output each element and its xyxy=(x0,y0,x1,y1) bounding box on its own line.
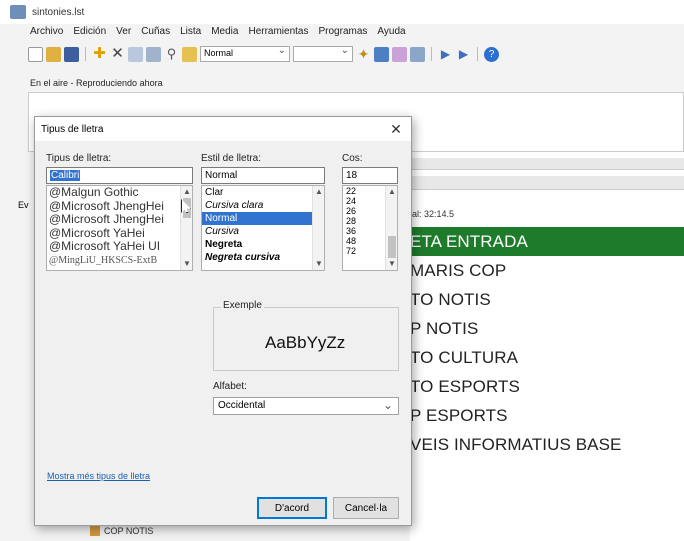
font-input[interactable]: Calibri xyxy=(46,167,193,184)
scroll-thumb[interactable] xyxy=(388,236,396,258)
tool-icon[interactable]: ✦ xyxy=(356,47,371,62)
calendar-icon[interactable] xyxy=(392,46,407,62)
style-option[interactable]: Negreta cursiva xyxy=(202,251,324,264)
style-combo[interactable]: Normal xyxy=(200,45,290,62)
size-list[interactable]: 22 24 26 28 36 48 72 ▲ ▼ xyxy=(342,185,398,271)
onair-label: En el aire - Reproduciendo ahora xyxy=(30,78,163,88)
copy-icon[interactable] xyxy=(128,46,143,62)
level-icon[interactable] xyxy=(374,46,389,62)
menu-media[interactable]: Media xyxy=(211,26,238,44)
menu-archivo[interactable]: Archivo xyxy=(30,26,63,44)
menu-ver[interactable]: Ver xyxy=(116,26,131,44)
scroll-up-icon[interactable]: ▲ xyxy=(181,187,192,197)
properties-icon[interactable] xyxy=(182,46,197,62)
grid-icon[interactable] xyxy=(410,46,425,62)
app-icon xyxy=(10,5,26,19)
title-bar: sintonies.lst xyxy=(0,0,684,24)
menu-edicion[interactable]: Edición xyxy=(73,26,106,44)
save-icon[interactable] xyxy=(64,46,79,62)
style-label: Estil de lletra: xyxy=(201,153,262,164)
playlist-item[interactable]: MARIS COP xyxy=(410,256,684,285)
help-icon[interactable]: ? xyxy=(484,46,499,62)
font-option[interactable]: @Microsoft JhengHei xyxy=(47,212,192,227)
charset-select[interactable]: Occidental xyxy=(213,397,399,415)
style-list[interactable]: Clar Cursiva clara Normal Cursiva Negret… xyxy=(201,185,325,271)
close-icon[interactable]: ✕ xyxy=(387,120,405,138)
font-dialog: Tipus de lletra ✕ Tipus de lletra: Estil… xyxy=(34,116,412,526)
size-label: Cos: xyxy=(342,153,363,164)
style-input[interactable]: Normal xyxy=(201,167,325,184)
panel-strip xyxy=(410,158,684,170)
font-option[interactable]: @MingLiU_HKSCS-ExtB xyxy=(47,254,192,268)
scroll-up-icon[interactable]: ▲ xyxy=(386,187,397,197)
bottom-tree-item[interactable]: COP NOTIS xyxy=(90,526,153,536)
font-label: Tipus de lletra: xyxy=(46,153,112,164)
font-list-scrollbar[interactable]: ▲ ▼ xyxy=(180,186,192,270)
delete-icon[interactable]: ✕ xyxy=(110,46,125,62)
charset-label: Alfabet: xyxy=(213,381,247,392)
font-option[interactable]: @Microsoft YaHei xyxy=(47,226,192,241)
more-fonts-link[interactable]: Mostra més tipus de lletra xyxy=(47,471,150,481)
cart-icon xyxy=(90,526,100,536)
playlist-item[interactable]: ETA ENTRADA xyxy=(410,227,684,256)
style-option[interactable]: Clar xyxy=(202,186,324,199)
menu-bar: Archivo Edición Ver Cuñas Lista Media He… xyxy=(0,26,684,44)
toolbar-separator xyxy=(477,47,478,61)
play-next-icon[interactable]: ▶ xyxy=(438,47,453,62)
open-folder-icon[interactable] xyxy=(46,46,61,62)
style-list-scrollbar[interactable]: ▲ ▼ xyxy=(312,186,324,270)
menu-ayuda[interactable]: Ayuda xyxy=(377,26,405,44)
font-list[interactable]: @Malgun Gothic @Microsoft JhengHei @Micr… xyxy=(46,185,193,271)
panel-strip-2 xyxy=(410,176,684,190)
menu-cunas[interactable]: Cuñas xyxy=(141,26,170,44)
edge-label: Ev xyxy=(18,200,29,210)
total-duration: al: 32:14.5 xyxy=(412,209,455,219)
style-option-selected[interactable]: Normal xyxy=(202,212,314,225)
font-option[interactable]: @Malgun Gothic xyxy=(47,186,192,200)
menu-programas[interactable]: Programas xyxy=(319,26,368,44)
search-icon[interactable]: ⚲ xyxy=(164,46,179,62)
app-window: sintonies.lst Archivo Edición Ver Cuñas … xyxy=(0,0,684,541)
menu-lista[interactable]: Lista xyxy=(180,26,201,44)
font-option[interactable]: @Microsoft YaHei UI xyxy=(47,239,192,254)
font-input-value: Calibri xyxy=(50,170,81,181)
sample-label: Exemple xyxy=(221,300,264,311)
bottom-item-label: COP NOTIS xyxy=(104,526,154,536)
playlist-item[interactable]: TO NOTIS xyxy=(410,285,684,314)
sample-text: AaBbYyZz xyxy=(265,333,346,352)
paste-icon[interactable] xyxy=(146,46,161,62)
new-file-icon[interactable] xyxy=(28,46,43,62)
scroll-down-icon[interactable]: ▼ xyxy=(181,259,192,269)
toolbar-separator xyxy=(85,47,86,61)
cancel-button[interactable]: Cancel·la xyxy=(333,497,399,519)
playlist-item[interactable]: TO ESPORTS xyxy=(410,372,684,401)
playlist-item[interactable]: P NOTIS xyxy=(410,314,684,343)
menu-herramientas[interactable]: Herramientas xyxy=(248,26,308,44)
scroll-up-icon[interactable]: ▲ xyxy=(313,187,324,197)
dialog-title-bar: Tipus de lletra xyxy=(35,117,411,141)
toolbar: ✚ ✕ ⚲ Normal ✦ ▶ ▶ ? xyxy=(28,44,668,64)
playlist-item[interactable]: VEIS INFORMATIUS BASE xyxy=(410,430,684,459)
window-title: sintonies.lst xyxy=(32,6,85,18)
style-option[interactable]: Cursiva clara xyxy=(202,199,324,212)
toolbar-separator xyxy=(431,47,432,61)
dialog-title: Tipus de lletra xyxy=(41,123,104,135)
size-input[interactable]: 18 xyxy=(342,167,398,184)
size-list-scrollbar[interactable]: ▲ ▼ xyxy=(385,186,397,270)
scroll-down-icon[interactable]: ▼ xyxy=(386,259,397,269)
style-option[interactable]: Cursiva xyxy=(202,225,324,238)
play-list-icon[interactable]: ▶ xyxy=(456,47,471,62)
ok-button[interactable]: D'acord xyxy=(257,497,327,519)
style-option[interactable]: Negreta xyxy=(202,238,324,251)
playlist-item[interactable]: TO CULTURA xyxy=(410,343,684,372)
font-option[interactable]: @Microsoft JhengHei xyxy=(47,199,192,214)
playlist-item[interactable]: P ESPORTS xyxy=(410,401,684,430)
scroll-down-icon[interactable]: ▼ xyxy=(313,259,324,269)
add-icon[interactable]: ✚ xyxy=(92,46,107,62)
secondary-combo[interactable] xyxy=(293,45,353,62)
